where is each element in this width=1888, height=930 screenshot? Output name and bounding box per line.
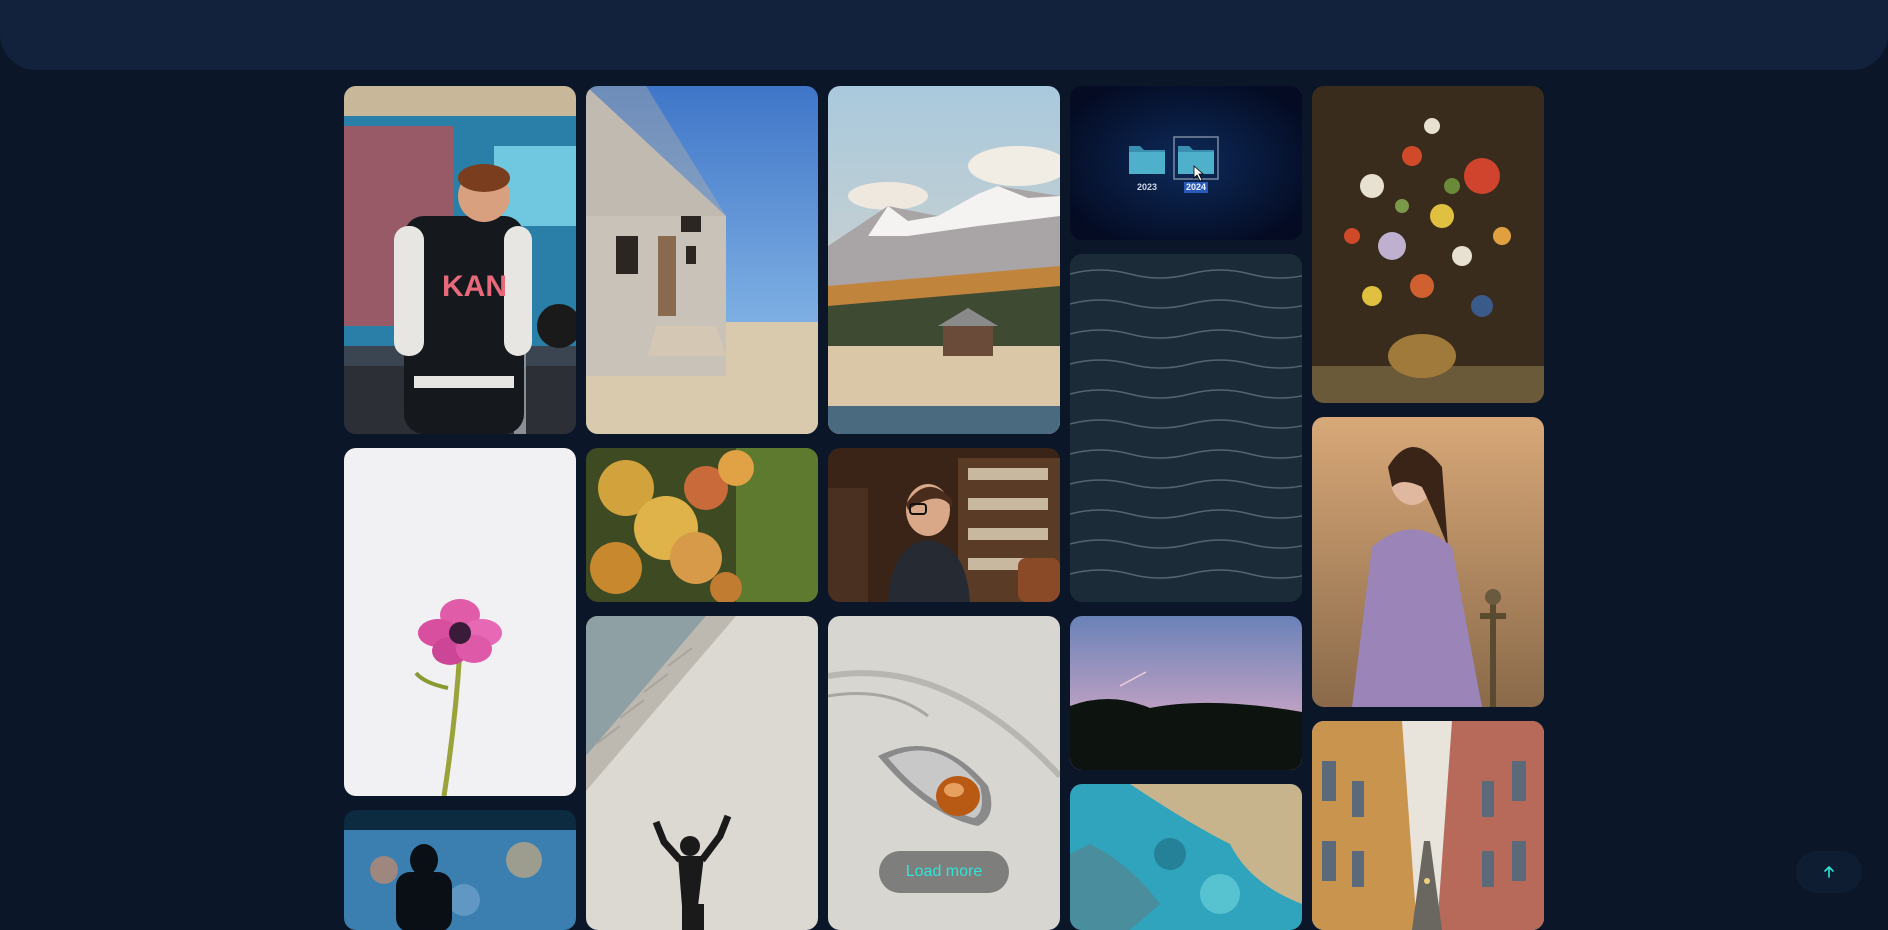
pink-flower-image xyxy=(344,448,576,796)
scroll-to-top-button[interactable] xyxy=(1796,851,1862,893)
folders-image: 2023 2024 xyxy=(1070,86,1302,240)
photo-tile-pink-flower[interactable] xyxy=(344,448,576,796)
coastline-image xyxy=(1070,784,1302,930)
photo-gallery: KAN 2023 2024 xyxy=(344,86,1544,930)
photo-tile-coastline[interactable] xyxy=(1070,784,1302,930)
flower-painting-image xyxy=(1312,86,1544,403)
photo-tile-aquarium[interactable] xyxy=(344,810,576,930)
jacket-lettering: KAN xyxy=(442,270,507,303)
folder-2024-label: 2024 xyxy=(1186,182,1206,192)
photo-tile-dusk-forest[interactable] xyxy=(1070,616,1302,770)
photo-tile-desert-building[interactable] xyxy=(586,86,818,434)
autumn-trees-image xyxy=(586,448,818,602)
arrow-up-icon xyxy=(1824,866,1834,878)
aquarium-image xyxy=(344,810,576,930)
photo-tile-woman-bookshelf[interactable] xyxy=(828,448,1060,602)
man-bus-image: KAN xyxy=(344,86,576,434)
photo-tile-flower-painting[interactable] xyxy=(1312,86,1544,403)
top-header-bar xyxy=(0,0,1888,70)
photo-tile-autumn-trees[interactable] xyxy=(586,448,818,602)
load-more-button[interactable]: Load more xyxy=(879,851,1009,893)
ocean-waves-image xyxy=(1070,254,1302,602)
dusk-forest-image xyxy=(1070,616,1302,770)
desert-building-image xyxy=(586,86,818,434)
wall-dancer-image xyxy=(586,616,818,930)
mountain-cabin-image xyxy=(828,86,1060,434)
photo-tile-man-bus[interactable]: KAN xyxy=(344,86,576,434)
photo-tile-woman-sword[interactable] xyxy=(1312,417,1544,707)
photo-tile-wall-dancer[interactable] xyxy=(586,616,818,930)
woman-bookshelf-image xyxy=(828,448,1060,602)
photo-tile-narrow-street[interactable] xyxy=(1312,721,1544,930)
photo-tile-mountain-cabin[interactable] xyxy=(828,86,1060,434)
narrow-street-image xyxy=(1312,721,1544,930)
woman-sword-image xyxy=(1312,417,1544,707)
folder-2023-label: 2023 xyxy=(1137,182,1157,192)
photo-tile-ocean-waves[interactable] xyxy=(1070,254,1302,602)
photo-tile-folders[interactable]: 2023 2024 xyxy=(1070,86,1302,240)
